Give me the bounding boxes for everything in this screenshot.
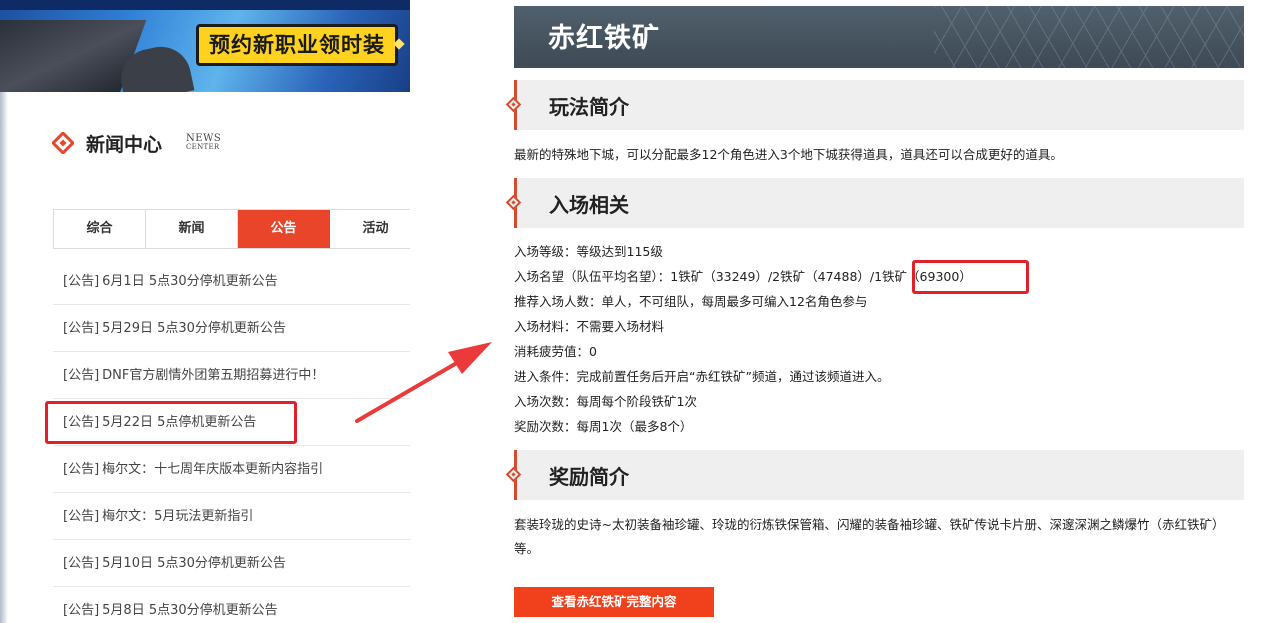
news-subtitle-line1: NEWS	[186, 133, 222, 144]
section-diamond-icon	[505, 96, 522, 113]
news-tabs: 综合 新闻 公告 活动	[53, 209, 410, 249]
fatigue-cost: 消耗疲劳值：0	[514, 344, 597, 359]
news-tag: [公告]	[63, 556, 100, 571]
news-tag: [公告]	[63, 368, 100, 383]
highlight-box-fame	[912, 260, 1029, 294]
entry-fame: 入场名望（队伍平均名望）：1铁矿（33249）/2铁矿（47488）/1铁矿（6…	[514, 269, 972, 284]
news-center-header: 新闻中心 NEWS CENTER	[52, 128, 221, 158]
news-item-1[interactable]: [公告] 6月1日 5点30分停机更新公告	[53, 258, 410, 305]
recommended-players: 推荐入场人数：单人，不可组队，每周最多可编入12名角色参与	[514, 294, 868, 309]
section-header-rewards: 奖励简介	[505, 450, 1244, 500]
news-tag: [公告]	[63, 462, 100, 477]
news-item-2[interactable]: [公告] 5月29日 5点30分停机更新公告	[53, 305, 410, 352]
news-item-7[interactable]: [公告] 5月10日 5点30分停机更新公告	[53, 540, 410, 587]
section-diamond-icon	[505, 194, 522, 211]
panel-edge-shadow	[0, 92, 8, 623]
news-tag: [公告]	[63, 509, 100, 524]
news-item-title: 梅尔文：十七周年庆版本更新内容指引	[102, 462, 324, 477]
banner-cta-text[interactable]: 预约新职业领时装	[196, 24, 398, 66]
tab-events[interactable]: 活动	[330, 210, 410, 248]
entry-count: 入场次数：每周每个阶段铁矿1次	[514, 394, 697, 409]
news-item-5[interactable]: [公告] 梅尔文：十七周年庆版本更新内容指引	[53, 446, 410, 493]
diamond-logo-icon	[52, 132, 74, 154]
news-tag: [公告]	[63, 603, 100, 618]
entry-materials: 入场材料：不需要入场材料	[514, 319, 665, 334]
tab-all[interactable]: 综合	[54, 210, 146, 248]
news-center-title: 新闻中心	[86, 133, 163, 156]
tab-news[interactable]: 新闻	[146, 210, 238, 248]
intro-text: 最新的特殊地下城，可以分配最多12个角色进入3个地下城获得道具，道具还可以合成更…	[514, 147, 1063, 162]
arrow-head-icon	[448, 342, 492, 374]
news-item-title: 梅尔文：5月玩法更新指引	[102, 509, 254, 524]
banner-sky	[0, 0, 410, 10]
news-item-6[interactable]: [公告] 梅尔文：5月玩法更新指引	[53, 493, 410, 540]
news-center-subtitle: NEWS CENTER	[186, 133, 222, 152]
entry-level: 入场等级：等级达到115级	[514, 244, 663, 259]
entry-info-list: 入场等级：等级达到115级 入场名望（队伍平均名望）：1铁矿（33249）/2铁…	[514, 239, 1242, 439]
news-tag: [公告]	[63, 321, 100, 336]
news-item-title: 5月10日 5点30分停机更新公告	[102, 556, 286, 571]
news-item-title: 5月8日 5点30分停机更新公告	[102, 603, 278, 618]
dungeon-info-panel: 赤红铁矿 玩法简介 最新的特殊地下城，可以分配最多12个角色进入3个地下城获得道…	[505, 0, 1246, 623]
news-subtitle-line2: CENTER	[186, 143, 220, 151]
news-item-title: 5月29日 5点30分停机更新公告	[102, 321, 286, 336]
rewards-text: 套装玲珑的史诗~太初装备袖珍罐、玲珑的衍炼铁保管箱、闪耀的装备袖珍罐、铁矿传说卡…	[514, 517, 1225, 556]
news-item-title: DNF官方剧情外团第五期招募进行中！	[102, 368, 325, 383]
entry-condition: 进入条件：完成前置任务后开启“赤红铁矿”频道，通过该频道进入。	[514, 369, 890, 384]
reward-count: 奖励次数：每周1次（最多8个）	[514, 419, 693, 434]
highlight-box-news	[45, 401, 297, 444]
news-panel: 预约新职业领时装 新闻中心 NEWS CENTER 综合 新闻 公告 活动 [公…	[0, 0, 410, 623]
news-item-8[interactable]: [公告] 5月8日 5点30分停机更新公告	[53, 587, 410, 623]
title-bar-pattern	[934, 6, 1244, 68]
section-title: 玩法简介	[549, 95, 629, 119]
section-header-entry: 入场相关	[505, 178, 1244, 228]
news-item-3[interactable]: [公告] DNF官方剧情外团第五期招募进行中！	[53, 352, 410, 399]
section-header-intro: 玩法简介	[505, 80, 1244, 130]
news-tag: [公告]	[63, 274, 100, 289]
news-item-title: 6月1日 5点30分停机更新公告	[102, 274, 278, 289]
view-full-content-button[interactable]: 查看赤红铁矿完整内容	[514, 587, 714, 617]
tab-announcement[interactable]: 公告	[238, 210, 330, 248]
promo-banner[interactable]: 预约新职业领时装	[0, 0, 410, 92]
title-bar: 赤红铁矿	[514, 6, 1244, 68]
page-title: 赤红铁矿	[548, 23, 660, 54]
section-title: 奖励简介	[549, 465, 629, 489]
section-title: 入场相关	[549, 193, 629, 217]
section-diamond-icon	[505, 466, 522, 483]
